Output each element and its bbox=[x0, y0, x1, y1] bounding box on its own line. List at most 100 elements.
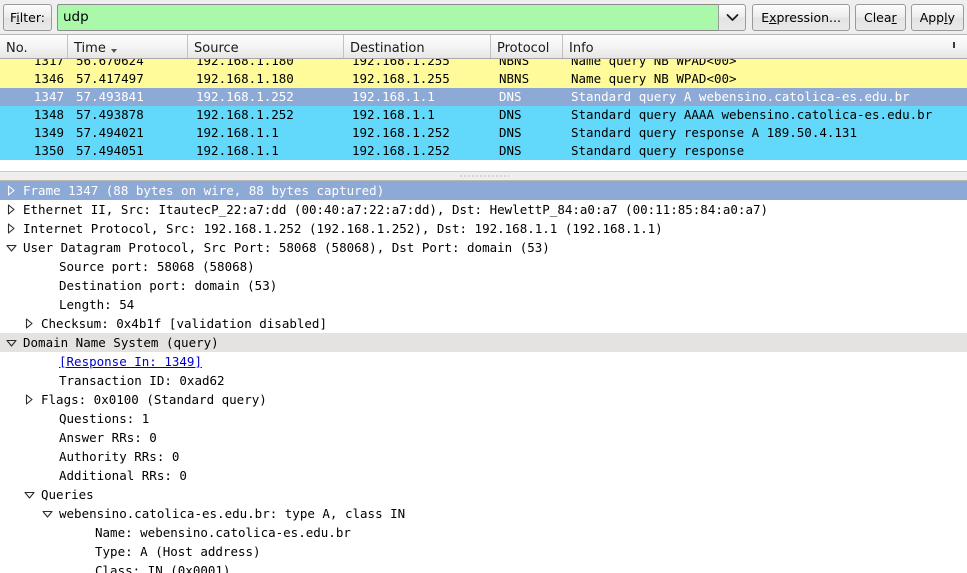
column-header-no[interactable]: No. bbox=[0, 35, 68, 58]
column-header-protocol-label: Protocol bbox=[497, 40, 550, 56]
packet-detail-link[interactable]: [Response In: 1349] bbox=[59, 352, 202, 371]
packet-detail-row[interactable]: Type: A (Host address) bbox=[0, 542, 967, 561]
sort-descending-icon bbox=[110, 49, 117, 53]
packet-time-cell: 57.494051 bbox=[76, 143, 144, 158]
packet-source-cell: 192.168.1.252 bbox=[196, 107, 294, 122]
packet-info-cell: Standard query response A 189.50.4.131 bbox=[571, 125, 857, 140]
tree-expander-collapsed-icon[interactable] bbox=[22, 318, 36, 329]
packet-detail-row[interactable]: Checksum: 0x4b1f [validation disabled] bbox=[0, 314, 967, 333]
pane-splitter[interactable] bbox=[0, 171, 967, 181]
packet-protocol-cell: DNS bbox=[499, 89, 522, 104]
packet-detail-label: Queries bbox=[41, 487, 94, 502]
packet-detail-row[interactable]: Flags: 0x0100 (Standard query) bbox=[0, 390, 967, 409]
clear-button-label: Clear bbox=[863, 9, 897, 25]
tree-expander-collapsed-icon[interactable] bbox=[4, 185, 18, 196]
tree-expander-collapsed-icon[interactable] bbox=[4, 223, 18, 234]
packet-detail-label: Answer RRs: 0 bbox=[59, 430, 157, 445]
filter-label-button[interactable]: Filter: bbox=[3, 3, 52, 31]
filter-toolbar: Filter: Expression... Clear Apply bbox=[0, 0, 967, 35]
packet-info-cell: Name query NB WPAD<00> bbox=[571, 71, 737, 86]
filter-clear-button[interactable]: Clear bbox=[854, 3, 906, 31]
packet-list-row[interactable]: 1348 57.493878 192.168.1.252 192.168.1.1 DNS… bbox=[0, 106, 967, 124]
packet-detail-row[interactable]: User Datagram Protocol, Src Port: 58068 … bbox=[0, 238, 967, 257]
packet-no-cell: 1347 bbox=[33, 89, 64, 104]
packet-detail-row[interactable]: Frame 1347 (88 bytes on wire, 88 bytes c… bbox=[0, 181, 967, 200]
packet-list-row[interactable]: 1346 57.417497 192.168.1.180 192.168.1.255 N… bbox=[0, 70, 967, 88]
packet-detail-row[interactable]: Length: 54 bbox=[0, 295, 967, 314]
packet-destination-cell: 192.168.1.1 bbox=[352, 89, 435, 104]
filter-history-dropdown-button[interactable] bbox=[718, 3, 747, 31]
packet-time-cell: 57.494021 bbox=[76, 125, 144, 140]
packet-list-row[interactable]: 1317 56.670624 192.168.1.180 192.168.1.255 N… bbox=[0, 59, 967, 70]
column-header-destination[interactable]: Destination bbox=[344, 35, 491, 58]
packet-list-pane[interactable]: No. Time Source Destination Protocol Inf… bbox=[0, 35, 967, 171]
packet-detail-label: Ethernet II, Src: ItautecP_22:a7:dd (00:… bbox=[23, 202, 769, 217]
chevron-down-icon bbox=[726, 13, 739, 22]
packet-detail-row[interactable]: Questions: 1 bbox=[0, 409, 967, 428]
packet-list-row[interactable]: 1350 57.494051 192.168.1.1 192.168.1.252 DNS… bbox=[0, 142, 967, 160]
packet-detail-row[interactable]: Internet Protocol, Src: 192.168.1.252 (1… bbox=[0, 219, 967, 238]
column-header-source-label: Source bbox=[194, 40, 239, 56]
packet-detail-row[interactable]: webensino.catolica-es.edu.br: type A, cl… bbox=[0, 504, 967, 523]
packet-no-cell: 1346 bbox=[33, 71, 64, 86]
packet-source-cell: 192.168.1.1 bbox=[196, 125, 279, 140]
column-header-info-label: Info bbox=[569, 40, 594, 56]
tree-expander-expanded-icon[interactable] bbox=[4, 243, 18, 253]
packet-source-cell: 192.168.1.252 bbox=[196, 89, 294, 104]
filter-entry-group bbox=[56, 3, 747, 31]
filter-expression-button[interactable]: Expression... bbox=[752, 3, 850, 31]
packet-detail-row[interactable]: Source port: 58068 (58068) bbox=[0, 257, 967, 276]
column-header-time[interactable]: Time bbox=[68, 35, 188, 58]
tree-expander-collapsed-icon[interactable] bbox=[22, 394, 36, 405]
packet-no-cell: 1350 bbox=[33, 143, 64, 158]
packet-detail-row[interactable]: Transaction ID: 0xad62 bbox=[0, 371, 967, 390]
packet-list-row[interactable]: 1349 57.494021 192.168.1.1 192.168.1.252 DNS… bbox=[0, 124, 967, 142]
column-header-info[interactable]: Info bbox=[563, 35, 967, 58]
column-header-protocol[interactable]: Protocol bbox=[491, 35, 563, 58]
packet-detail-row[interactable]: Additional RRs: 0 bbox=[0, 466, 967, 485]
packet-detail-row[interactable]: Name: webensino.catolica-es.edu.br bbox=[0, 523, 967, 542]
packet-source-cell: 192.168.1.180 bbox=[196, 59, 294, 68]
packet-detail-label: User Datagram Protocol, Src Port: 58068 … bbox=[23, 240, 550, 255]
column-header-no-label: No. bbox=[6, 40, 28, 56]
packet-source-cell: 192.168.1.1 bbox=[196, 143, 279, 158]
packet-detail-label: Checksum: 0x4b1f [validation disabled] bbox=[41, 316, 327, 331]
packet-detail-label: Questions: 1 bbox=[59, 411, 150, 426]
packet-detail-label: Transaction ID: 0xad62 bbox=[59, 373, 225, 388]
packet-detail-row[interactable]: Destination port: domain (53) bbox=[0, 276, 967, 295]
packet-no-cell: 1348 bbox=[33, 107, 64, 122]
packet-detail-row[interactable]: Queries bbox=[0, 485, 967, 504]
packet-source-cell: 192.168.1.180 bbox=[196, 71, 294, 86]
tree-expander-expanded-icon[interactable] bbox=[22, 490, 36, 500]
packet-protocol-cell: NBNS bbox=[499, 59, 530, 68]
packet-detail-label: Flags: 0x0100 (Standard query) bbox=[41, 392, 267, 407]
packet-destination-cell: 192.168.1.255 bbox=[352, 71, 450, 86]
packet-protocol-cell: DNS bbox=[499, 125, 522, 140]
filter-apply-button[interactable]: Apply bbox=[910, 3, 964, 31]
column-resize-handle[interactable] bbox=[953, 42, 955, 48]
packet-time-cell: 57.417497 bbox=[76, 71, 144, 86]
packet-details-pane[interactable]: Frame 1347 (88 bytes on wire, 88 bytes c… bbox=[0, 181, 967, 573]
packet-detail-label: Length: 54 bbox=[59, 297, 135, 312]
packet-detail-label: Name: webensino.catolica-es.edu.br bbox=[95, 525, 351, 540]
tree-expander-expanded-icon[interactable] bbox=[4, 338, 18, 348]
packet-detail-label: Frame 1347 (88 bytes on wire, 88 bytes c… bbox=[23, 183, 385, 198]
packet-detail-row[interactable]: Ethernet II, Src: ItautecP_22:a7:dd (00:… bbox=[0, 200, 967, 219]
packet-detail-row[interactable]: Class: IN (0x0001) bbox=[0, 561, 967, 573]
packet-list-row[interactable]: 1347 57.493841 192.168.1.252 192.168.1.1 DNS… bbox=[0, 88, 967, 106]
packet-detail-label: webensino.catolica-es.edu.br: type A, cl… bbox=[59, 506, 406, 521]
tree-expander-expanded-icon[interactable] bbox=[40, 509, 54, 519]
column-header-source[interactable]: Source bbox=[188, 35, 344, 58]
packet-destination-cell: 192.168.1.252 bbox=[352, 143, 450, 158]
packet-info-cell: Standard query response bbox=[571, 143, 745, 158]
packet-list-empty-space bbox=[0, 160, 967, 171]
packet-detail-row[interactable]: Authority RRs: 0 bbox=[0, 447, 967, 466]
packet-info-cell: Standard query AAAA webensino.catolica-e… bbox=[571, 107, 933, 122]
packet-no-cell: 1317 bbox=[33, 59, 64, 68]
display-filter-input[interactable] bbox=[56, 3, 719, 31]
packet-detail-row[interactable]: Domain Name System (query) bbox=[0, 333, 967, 352]
tree-expander-collapsed-icon[interactable] bbox=[4, 204, 18, 215]
packet-detail-row[interactable]: [Response In: 1349] bbox=[0, 352, 967, 371]
packet-detail-row[interactable]: Answer RRs: 0 bbox=[0, 428, 967, 447]
packet-info-cell: Name query NB WPAD<00> bbox=[571, 59, 737, 68]
